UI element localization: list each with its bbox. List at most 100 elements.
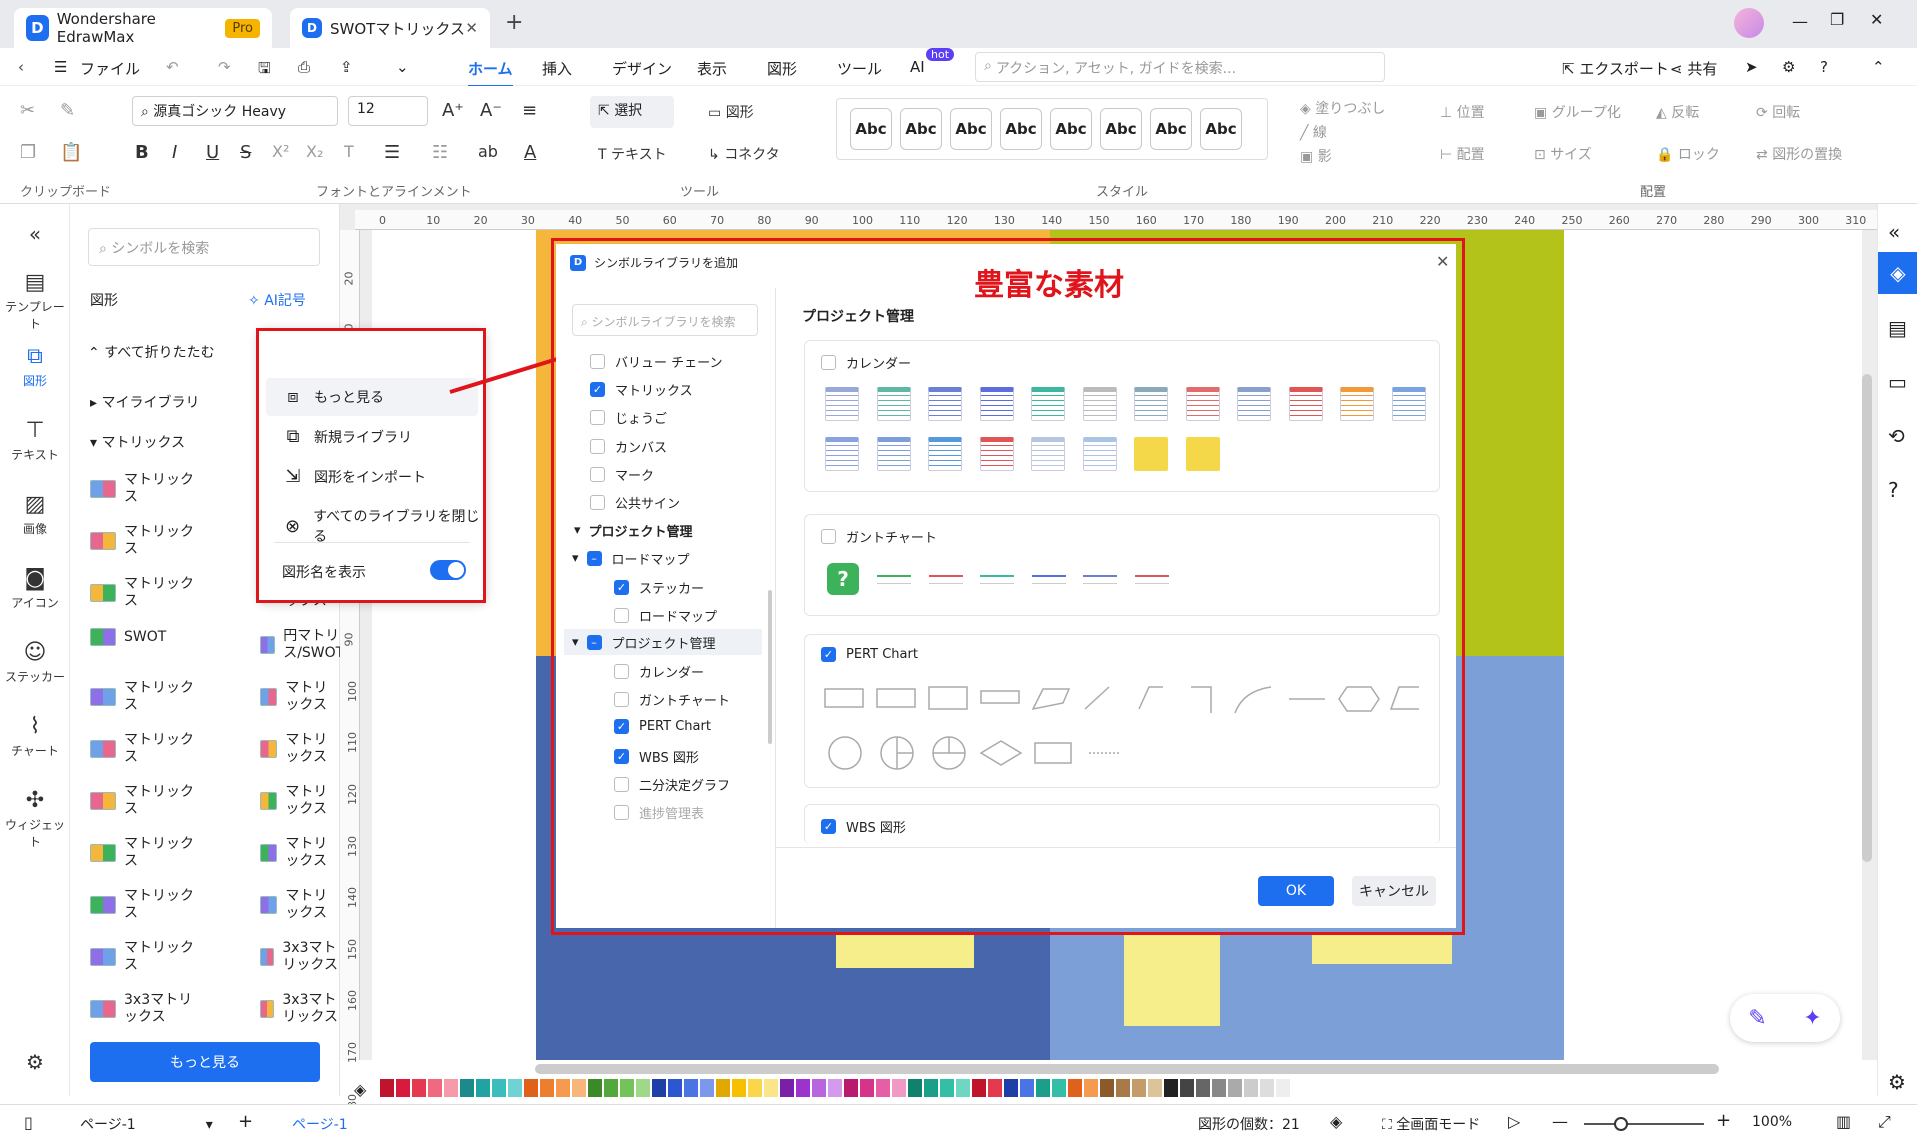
help-icon[interactable]: ? — [1820, 58, 1828, 76]
more-shapes-button[interactable]: もっと見る — [90, 1042, 320, 1082]
color-swatch[interactable] — [588, 1079, 602, 1097]
shape-item[interactable]: マトリックス — [260, 836, 339, 870]
style-preset[interactable]: Abc — [850, 108, 892, 150]
select-tool-button[interactable]: ⇱ 選択 — [590, 96, 674, 128]
sidebar-item-widget[interactable]: ✣ ウィジェット — [0, 788, 70, 850]
replace-shape-button[interactable]: ⇄ 図形の置換 — [1756, 144, 1842, 164]
page-select[interactable]: ページ-1 ▾ — [80, 1114, 213, 1134]
minimize-button[interactable]: — — [1792, 12, 1808, 31]
subscript-icon[interactable]: X₂ — [306, 142, 323, 161]
sidebar-item-chart[interactable]: ⌇ チャート — [0, 714, 70, 759]
group-button[interactable]: ▣ グループ化 — [1534, 102, 1621, 122]
color-swatch[interactable] — [716, 1079, 730, 1097]
text-style-icon[interactable]: ab — [478, 142, 498, 161]
paste-icon[interactable]: 📋 — [60, 142, 82, 163]
color-swatch[interactable] — [956, 1079, 970, 1097]
shape-item[interactable]: SWOT — [90, 628, 166, 646]
shape-item[interactable]: マトリックス — [260, 784, 339, 818]
flip-button[interactable]: ◭ 反転 — [1656, 102, 1699, 122]
color-swatch[interactable] — [396, 1079, 410, 1097]
hamburger-icon[interactable]: ☰ — [54, 58, 67, 76]
sidebar-item-sticker[interactable]: ☺ ステッカー — [0, 640, 70, 685]
color-swatch[interactable] — [1132, 1079, 1146, 1097]
settings-gear-icon[interactable]: ⚙ — [0, 1050, 70, 1074]
color-swatch[interactable] — [620, 1079, 634, 1097]
color-swatch[interactable] — [1084, 1079, 1098, 1097]
close-window-button[interactable]: ✕ — [1870, 10, 1883, 29]
zoom-in-icon[interactable]: + — [1716, 1110, 1731, 1131]
magic-wand-icon[interactable]: ✎ — [1748, 1006, 1766, 1031]
shape-item[interactable]: マトリックス — [90, 888, 204, 922]
new-tab-button[interactable]: + — [505, 10, 523, 35]
document-tab[interactable]: D SWOTマトリックス ✕ — [290, 8, 490, 48]
send-icon[interactable]: ➤ — [1745, 58, 1758, 76]
style-preset[interactable]: Abc — [1050, 108, 1092, 150]
tab-shape[interactable]: 図形 — [767, 58, 797, 79]
color-swatch[interactable] — [1244, 1079, 1258, 1097]
shape-item[interactable]: マトリックス — [260, 680, 339, 714]
tab-view[interactable]: 表示 — [697, 58, 727, 79]
color-swatch[interactable] — [1020, 1079, 1034, 1097]
strikethrough-icon[interactable]: S — [240, 142, 251, 163]
play-icon[interactable]: ▷ — [1508, 1112, 1520, 1131]
shape-item[interactable]: 3x3マトリックス — [260, 940, 339, 974]
color-swatch[interactable] — [668, 1079, 682, 1097]
book-icon[interactable]: ▥ — [1836, 1112, 1851, 1131]
redo-icon[interactable]: ↷ — [218, 58, 231, 76]
global-search-input[interactable]: ⌕ アクション, アセット, ガイドを検索... — [975, 52, 1385, 82]
color-swatch[interactable] — [1276, 1079, 1290, 1097]
vertical-scrollbar[interactable] — [1862, 374, 1872, 862]
color-swatch[interactable] — [940, 1079, 954, 1097]
paint-bucket-icon[interactable]: ◈ — [354, 1080, 366, 1099]
sidebar-item-shapes[interactable]: ⧉ 図形 — [0, 344, 70, 389]
shape-item[interactable]: マトリックス — [260, 888, 339, 922]
shape-tool-button[interactable]: ▭ 図形 — [708, 102, 754, 122]
position-button[interactable]: ⊥ 位置 — [1440, 102, 1485, 122]
grow-font-icon[interactable]: A⁺ — [442, 100, 464, 121]
tab-insert[interactable]: 挿入 — [542, 58, 572, 79]
style-preset[interactable]: Abc — [1150, 108, 1192, 150]
color-swatch[interactable] — [460, 1079, 474, 1097]
avatar[interactable] — [1734, 8, 1764, 38]
share-button[interactable]: ⋖ 共有 — [1670, 58, 1717, 79]
sidebar-item-icon[interactable]: ◙ アイコン — [0, 566, 70, 611]
format-painter-icon[interactable]: ✎ — [60, 100, 75, 121]
quick-access-icon[interactable]: ⌄ — [396, 58, 409, 76]
restore-button[interactable]: ❐ — [1830, 10, 1844, 29]
history-icon[interactable]: ⟲ — [1888, 424, 1905, 448]
presentation-icon[interactable]: ▭ — [1888, 370, 1907, 394]
shrink-font-icon[interactable]: A⁻ — [480, 100, 502, 121]
collapse-all-button[interactable]: ⌃ すべて折りたたむ — [88, 342, 215, 362]
style-preset[interactable]: Abc — [1100, 108, 1142, 150]
settings-icon[interactable]: ⚙ — [1782, 58, 1795, 76]
page-tab[interactable]: ページ-1 — [292, 1114, 348, 1134]
export-button[interactable]: ⇱ エクスポート — [1562, 58, 1669, 79]
color-swatch[interactable] — [444, 1079, 458, 1097]
file-menu[interactable]: ファイル — [80, 58, 140, 79]
add-page-icon[interactable]: + — [238, 1111, 253, 1132]
matrix-category[interactable]: ▾ マトリックス — [90, 432, 185, 452]
color-swatch[interactable] — [1196, 1079, 1210, 1097]
fill-button[interactable]: ◈ 塗りつぶし — [1300, 98, 1385, 118]
color-swatch[interactable] — [924, 1079, 938, 1097]
page-layout-icon[interactable]: ▯ — [24, 1113, 33, 1132]
close-tab-icon[interactable]: ✕ — [465, 19, 478, 37]
line-button[interactable]: ╱ 線 — [1300, 122, 1327, 142]
rotate-button[interactable]: ⟳ 回転 — [1756, 102, 1800, 122]
text-case-icon[interactable]: T — [344, 142, 354, 161]
superscript-icon[interactable]: X² — [272, 142, 289, 161]
collapse-ribbon-icon[interactable]: ⌃ — [1872, 58, 1885, 76]
shape-item[interactable]: マトリックス — [90, 940, 204, 974]
color-swatch[interactable] — [796, 1079, 810, 1097]
color-swatch[interactable] — [1068, 1079, 1082, 1097]
color-swatch[interactable] — [380, 1079, 394, 1097]
bold-icon[interactable]: B — [135, 142, 149, 163]
color-swatch[interactable] — [540, 1079, 554, 1097]
color-swatch[interactable] — [1100, 1079, 1114, 1097]
color-swatch[interactable] — [684, 1079, 698, 1097]
fill-paint-icon[interactable]: ◈ — [1878, 252, 1917, 294]
style-preset[interactable]: Abc — [1200, 108, 1242, 150]
color-swatch[interactable] — [828, 1079, 842, 1097]
color-swatch[interactable] — [476, 1079, 490, 1097]
size-button[interactable]: ⊡ サイズ — [1534, 144, 1592, 164]
